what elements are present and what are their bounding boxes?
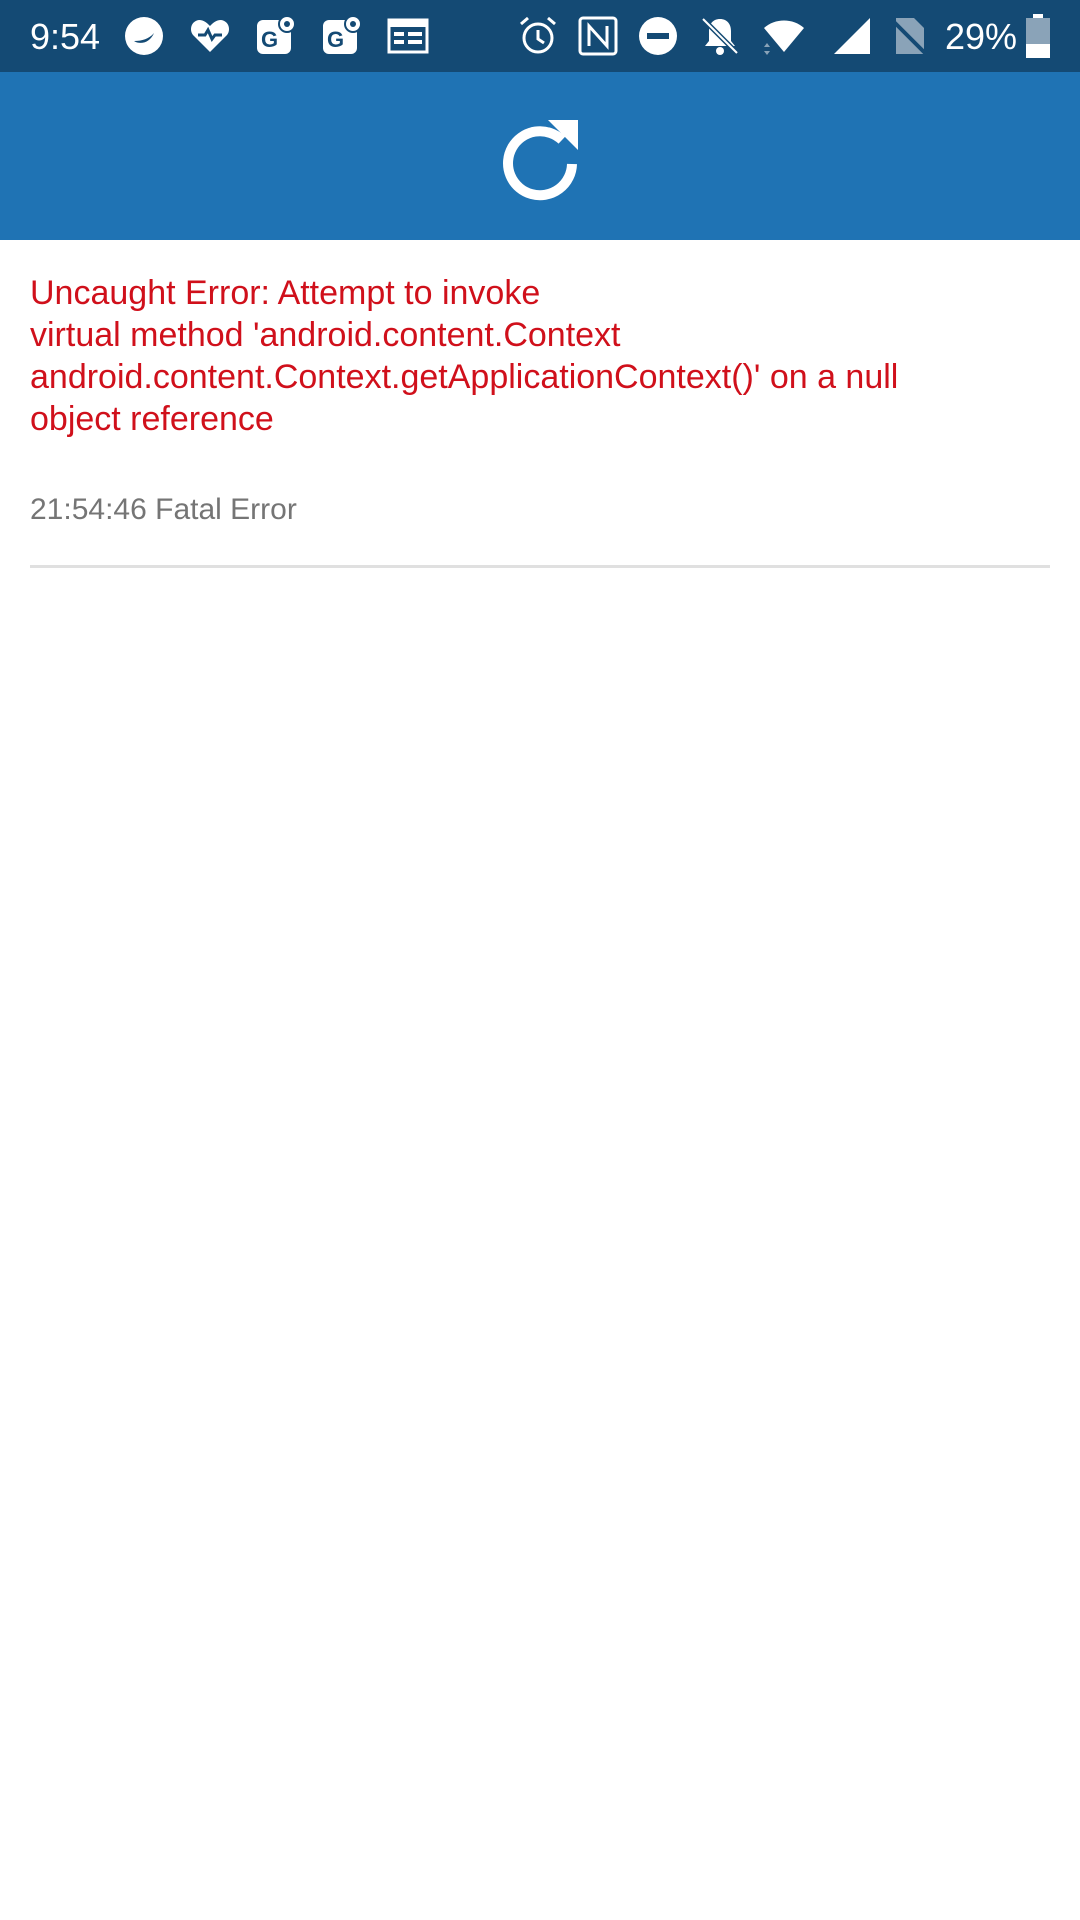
error-message-line: object reference — [30, 400, 274, 438]
error-message-line: android.content.Context.getApplicationCo… — [30, 358, 899, 396]
notifications-off-icon — [698, 14, 742, 58]
app-screen: 9:54 G G 29% Uncaught Error: Attempt to … — [0, 0, 1080, 1920]
svg-text:G: G — [327, 27, 344, 52]
do-not-disturb-icon — [636, 14, 680, 58]
svg-text:G: G — [261, 27, 278, 52]
no-sim-icon — [888, 14, 932, 58]
error-timestamp: 21:54:46 Fatal Error — [30, 493, 297, 526]
maps-g-icon: G — [320, 14, 364, 58]
health-icon — [188, 14, 232, 58]
nfc-icon — [576, 14, 620, 58]
app-notification-icon — [122, 14, 166, 58]
alarm-icon — [516, 14, 560, 58]
wifi-icon — [762, 14, 806, 58]
status-bar: 9:54 G G 29% — [0, 0, 1080, 72]
calendar-icon — [386, 14, 430, 58]
entry-divider — [30, 565, 1050, 568]
refresh-icon — [503, 120, 578, 201]
error-message-line: Uncaught Error: Attempt to invoke — [30, 274, 541, 312]
status-clock: 9:54 — [30, 16, 101, 57]
error-message-line: virtual method 'android.content.Context — [30, 316, 621, 354]
cell-signal-icon — [830, 14, 874, 58]
app-toolbar — [0, 72, 1080, 240]
error-log-entry: Uncaught Error: Attempt to invoke virtua… — [30, 272, 1050, 528]
error-message: Uncaught Error: Attempt to invoke virtua… — [30, 272, 990, 440]
refresh-button[interactable] — [490, 108, 590, 208]
battery-icon — [1024, 14, 1052, 58]
maps-g-icon: G — [254, 14, 298, 58]
battery-percentage: 29% — [945, 16, 1018, 57]
